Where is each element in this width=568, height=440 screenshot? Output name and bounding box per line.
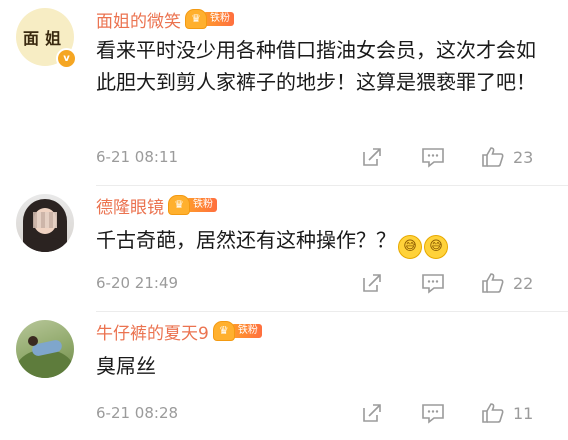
crown-icon: ♛ (185, 9, 207, 29)
avatar-head (28, 336, 38, 346)
share-arrow-box-icon (363, 404, 381, 422)
fan-badge-label: 铁粉 (186, 198, 217, 212)
username-line: 面姐的微笑 ♛ 铁粉 (96, 7, 234, 32)
avatar-text: 面姐 (22, 29, 67, 48)
comment-time: 6-21 08:28 (96, 404, 179, 422)
username-line: 德隆眼镜 ♛ 铁粉 (96, 193, 217, 218)
comment-bubble-icon (422, 274, 444, 294)
repost-button[interactable] (361, 146, 421, 168)
username-line: 牛仔裤的夏天9 ♛ 铁粉 (96, 319, 262, 344)
comment-footer: 6-21 08:28 11 (96, 400, 548, 426)
sweat-smile-emoji-icon: 😅 (398, 235, 422, 259)
avatar-mosaic (33, 212, 57, 228)
sweat-smile-emoji-icon: 😅 (424, 235, 448, 259)
avatar[interactable] (16, 194, 74, 252)
comment-time: 6-21 08:11 (96, 148, 179, 166)
username[interactable]: 德隆眼镜 (96, 193, 164, 218)
like-button[interactable]: 11 (481, 401, 533, 425)
comment-text: 千古奇葩，居然还有这种操作？？ (96, 228, 396, 252)
comment-text: 看来平时没少用各种借口揩油女会员，这次才会如此胆大到剪人家裤子的地步！这算是猥亵… (96, 38, 536, 94)
reply-button[interactable] (421, 402, 481, 424)
comment-item: 德隆眼镜 ♛ 铁粉 千古奇葩，居然还有这种操作？？😅😅 6-20 21:49 (0, 186, 568, 312)
fan-badge[interactable]: ♛ 铁粉 (168, 195, 217, 215)
share-arrow-box-icon (363, 274, 381, 292)
comment-text-block: 千古奇葩，居然还有这种操作？？ 😅 😅 (96, 224, 536, 259)
comment-item: 面姐 v 面姐的微笑 ♛ 铁粉 看来平时没少用各种借口揩油女会员，这次才会如此胆… (0, 0, 568, 186)
fan-badge-label: 铁粉 (203, 12, 234, 26)
comment-time: 6-20 21:49 (96, 274, 179, 292)
repost-button[interactable] (361, 402, 421, 424)
crown-icon: ♛ (212, 321, 235, 341)
like-count: 22 (513, 273, 534, 293)
fan-badge-label: 铁粉 (230, 324, 262, 338)
comment-bubble-icon (422, 404, 444, 424)
reply-button[interactable] (421, 272, 481, 294)
thumbs-up-icon (482, 273, 504, 293)
reply-button[interactable] (421, 146, 481, 168)
comment-footer: 6-21 08:11 23 (96, 144, 548, 170)
fan-badge[interactable]: ♛ 铁粉 (212, 321, 262, 341)
thumbs-up-icon (482, 147, 504, 167)
repost-button[interactable] (361, 272, 421, 294)
comment-text: 臭屌丝 (96, 354, 156, 378)
thumbs-up-icon (482, 403, 504, 423)
fan-badge[interactable]: ♛ 铁粉 (185, 9, 234, 29)
like-count: 11 (513, 403, 534, 423)
like-button[interactable]: 23 (481, 145, 533, 169)
username[interactable]: 牛仔裤的夏天9 (96, 319, 209, 344)
crown-icon: ♛ (168, 195, 190, 215)
comment-footer: 6-20 21:49 22 (96, 270, 548, 296)
like-button[interactable]: 22 (481, 271, 533, 295)
comment-bubble-icon (422, 148, 444, 168)
like-count: 23 (513, 147, 534, 167)
avatar[interactable] (16, 320, 74, 378)
verified-icon: v (56, 48, 77, 69)
comment-item: 牛仔裤的夏天9 ♛ 铁粉 臭屌丝 6-21 08:28 11 (0, 312, 568, 440)
username[interactable]: 面姐的微笑 (96, 7, 181, 32)
avatar-body (26, 238, 64, 252)
share-arrow-box-icon (363, 148, 381, 166)
